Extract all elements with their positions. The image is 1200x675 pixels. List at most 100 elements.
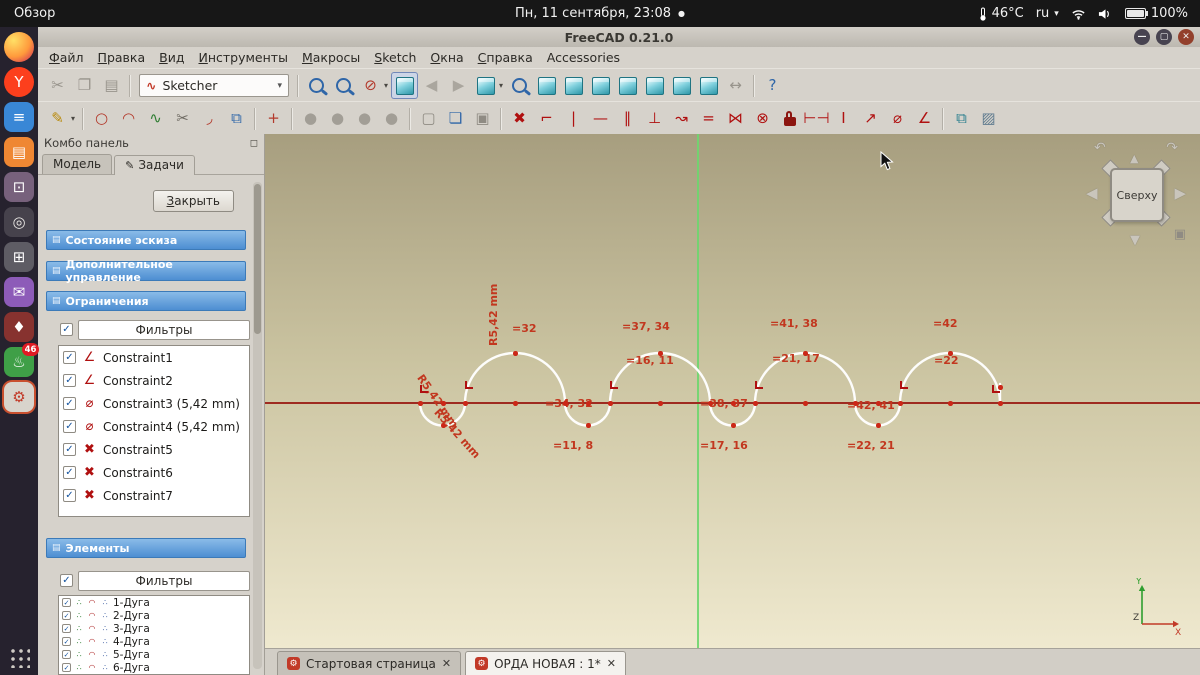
sketch-vertex[interactable]: [803, 351, 808, 356]
perpendicular-marker[interactable]: [755, 381, 763, 389]
sync-view-icon[interactable]: [506, 72, 533, 99]
distance-constraint-icon[interactable]: ↗: [857, 105, 884, 132]
rotate-right-arrow[interactable]: ▶: [1174, 184, 1186, 202]
firefox-icon[interactable]: [4, 32, 34, 62]
sketch-vertex[interactable]: [513, 351, 518, 356]
element-checkbox[interactable]: ✓: [62, 650, 71, 659]
constraints-filter-checkbox[interactable]: ✓: [60, 323, 73, 336]
radius-constraint-icon[interactable]: ⌀: [884, 105, 911, 132]
sketch-vertex[interactable]: [731, 423, 736, 428]
new-document-icon[interactable]: ▢: [415, 105, 442, 132]
constraint-checkbox[interactable]: ✓: [63, 351, 76, 364]
sketch-vertex[interactable]: [731, 401, 736, 406]
sketch-vertex[interactable]: [948, 351, 953, 356]
parallel-constraint-icon[interactable]: ∥: [614, 105, 641, 132]
close-task-button[interactable]: Закрыть: [152, 190, 234, 212]
nav-forward-icon[interactable]: ▶: [445, 72, 472, 99]
constraint-checkbox[interactable]: ✓: [63, 397, 76, 410]
trim-edge-icon[interactable]: ✂: [169, 105, 196, 132]
element-row[interactable]: ✓ ∴ ◠ ∴ 5-Дуга: [59, 648, 249, 661]
sketch-vertex[interactable]: [463, 401, 468, 406]
clone-icon[interactable]: ●: [351, 105, 378, 132]
calculator-icon[interactable]: ⊞: [4, 242, 34, 272]
sketch-vertex[interactable]: [441, 401, 446, 406]
open-document-icon[interactable]: ❏: [442, 105, 469, 132]
toggle-construction-icon[interactable]: ⧉: [948, 105, 975, 132]
sketch-vertex[interactable]: [876, 423, 881, 428]
axonometric-view-icon[interactable]: [695, 72, 722, 99]
element-checkbox[interactable]: ✓: [62, 611, 71, 620]
perpendicular-marker[interactable]: [900, 381, 908, 389]
sketch-vertex[interactable]: [853, 401, 858, 406]
measure-icon[interactable]: ↔: [722, 72, 749, 99]
keyboard-layout-indicator[interactable]: ru ▾: [1036, 6, 1059, 21]
copy-icon[interactable]: ❐: [71, 72, 98, 99]
section-advanced-control[interactable]: ▤ Дополнительное управление: [46, 258, 246, 284]
dropdown-arrow[interactable]: ▾: [496, 81, 506, 90]
sketch-vertex[interactable]: [876, 401, 881, 406]
constraint-value-label[interactable]: =16, 11: [626, 354, 674, 367]
draw-style-icon[interactable]: ⊘: [357, 72, 384, 99]
sketch-vertex[interactable]: [608, 401, 613, 406]
copy-geometry-icon[interactable]: ●: [378, 105, 405, 132]
section-sketch-status[interactable]: ▤ Состояние эскиза: [46, 230, 246, 250]
left-view-icon[interactable]: [668, 72, 695, 99]
mini-cube-icon[interactable]: ▣: [1174, 227, 1186, 242]
constraint-value-label[interactable]: R5,42 mm: [431, 406, 482, 461]
constraint-checkbox[interactable]: ✓: [63, 489, 76, 502]
angle-constraint-icon[interactable]: ∠: [911, 105, 938, 132]
horizontal-distance-constraint-icon[interactable]: ⊢⊣: [803, 105, 830, 132]
sketch-vertex[interactable]: [563, 401, 568, 406]
constraint-row[interactable]: ✓ ∠ Constraint2: [59, 369, 249, 392]
section-constraints[interactable]: ▤ Ограничения: [46, 291, 246, 311]
constraint-row[interactable]: ✓ ✖ Constraint5: [59, 438, 249, 461]
create-circle-icon[interactable]: ○: [88, 105, 115, 132]
close-tab-icon[interactable]: ✕: [442, 657, 451, 670]
block-constraint-icon[interactable]: ⊗: [749, 105, 776, 132]
perpendicular-marker[interactable]: [992, 385, 1000, 393]
constraints-filter-dropdown[interactable]: Фильтры: [78, 320, 250, 340]
menu-tools[interactable]: Инструменты: [191, 49, 294, 66]
equal-constraint-icon[interactable]: =: [695, 105, 722, 132]
mirror-sketch-icon[interactable]: ●: [324, 105, 351, 132]
fit-all-icon[interactable]: [303, 72, 330, 99]
constraint-value-label[interactable]: =22: [934, 354, 959, 367]
element-row[interactable]: ✓ ∴ ◠ ∴ 4-Дуга: [59, 635, 249, 648]
battery-indicator[interactable]: 100%: [1124, 6, 1188, 21]
constraint-row[interactable]: ✓ ✖ Constraint6: [59, 461, 249, 484]
std-view-icon[interactable]: [472, 72, 499, 99]
nav-back-icon[interactable]: ◀: [418, 72, 445, 99]
camera-app-icon[interactable]: ◎: [4, 207, 34, 237]
menu-view[interactable]: Вид: [152, 49, 191, 66]
float-panel-icon[interactable]: ◻: [250, 138, 258, 149]
constraint-checkbox[interactable]: ✓: [63, 443, 76, 456]
rotate-ccw-icon[interactable]: ↶: [1094, 140, 1106, 156]
sketch-vertex[interactable]: [586, 423, 591, 428]
symmetric-constraint-icon[interactable]: ⋈: [722, 105, 749, 132]
sketch-vertex[interactable]: [803, 401, 808, 406]
activities-button[interactable]: Обзор: [0, 6, 69, 21]
paste-icon[interactable]: ▤: [98, 72, 125, 99]
close-tab-icon[interactable]: ✕: [607, 657, 616, 670]
zoom-box-icon[interactable]: [330, 72, 357, 99]
network-indicator[interactable]: [1071, 8, 1086, 20]
sketch-vertex[interactable]: [441, 423, 446, 428]
constraint-checkbox[interactable]: ✓: [63, 466, 76, 479]
constraint-value-label[interactable]: =42: [933, 317, 958, 330]
bottom-view-icon[interactable]: [641, 72, 668, 99]
element-row[interactable]: ✓ ∴ ◠ ∴ 2-Дуга: [59, 609, 249, 622]
tab-tasks[interactable]: ✎ Задачи: [114, 155, 195, 175]
element-checkbox[interactable]: ✓: [62, 598, 71, 607]
utilities-app-icon[interactable]: ♦: [4, 312, 34, 342]
tangent-constraint-icon[interactable]: ↝: [668, 105, 695, 132]
element-row[interactable]: ✓ ∴ ◠ ∴ 3-Дуга: [59, 622, 249, 635]
constraint-value-label[interactable]: =41, 38: [770, 317, 818, 330]
constraint-value-label[interactable]: =17, 16: [700, 439, 748, 452]
constraint-value-label[interactable]: =22, 21: [847, 439, 895, 452]
maximize-button[interactable]: ▢: [1156, 29, 1172, 45]
constraint-row[interactable]: ✓ ∠ Constraint1: [59, 346, 249, 369]
yandex-browser-icon[interactable]: Y: [4, 67, 34, 97]
constraint-value-label[interactable]: R5,42 mm: [487, 284, 500, 346]
horizontal-constraint-icon[interactable]: —: [587, 105, 614, 132]
close-window-button[interactable]: ✕: [1178, 29, 1194, 45]
